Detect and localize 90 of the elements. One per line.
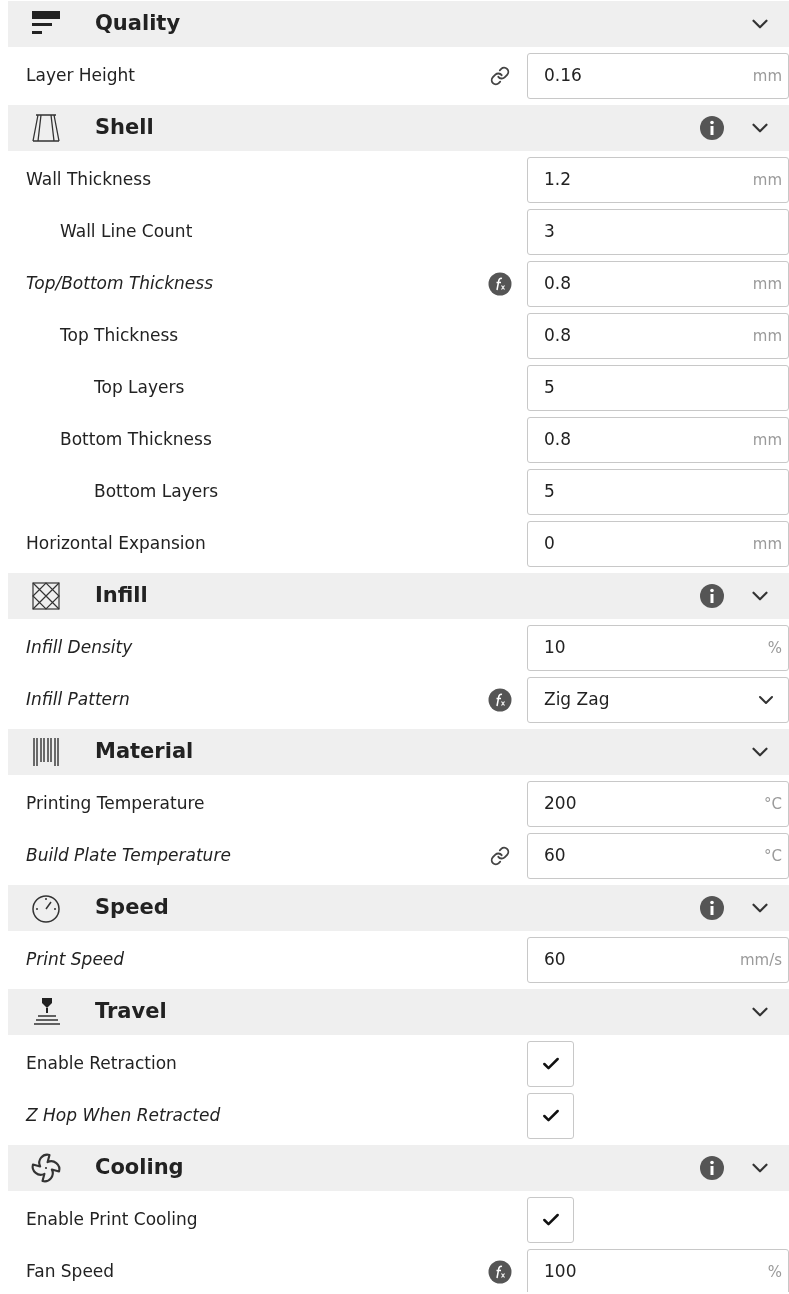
section-header[interactable]: Travel [8,989,789,1035]
section-header[interactable]: Shell [8,105,789,151]
field-value: 1.2 [544,168,573,192]
unit-label: % [767,1261,782,1283]
section-header[interactable]: Material [8,729,789,775]
number-field[interactable]: 3 [527,209,789,255]
dropdown-field[interactable]: Zig Zag [527,677,789,723]
number-field[interactable]: 200 °C [527,781,789,827]
section-header[interactable]: Cooling [8,1145,789,1191]
field-value: 0.8 [544,272,573,296]
section-title: Shell [95,114,155,142]
setting-label: Wall Line Count [60,220,194,244]
gauge-icon [30,892,62,924]
function-icon[interactable] [488,1260,512,1284]
setting-label: Bottom Thickness [60,428,213,452]
dropdown-value: Zig Zag [544,688,611,712]
unit-label: % [767,637,782,659]
setting-label: Wall Thickness [26,168,152,192]
setting-label: Build Plate Temperature [26,844,232,868]
fan-icon [30,1152,62,1184]
function-icon[interactable] [488,272,512,296]
field-value: 5 [544,480,556,504]
setting-label: Horizontal Expansion [26,532,207,556]
field-value: 200 [544,792,578,816]
number-field[interactable]: 0 mm [527,521,789,567]
link-icon[interactable] [490,66,510,86]
setting-label: Enable Retraction [26,1052,178,1076]
section-title: Infill [95,582,149,610]
info-icon[interactable] [699,1155,725,1181]
field-value: 3 [544,220,556,244]
setting-label: Print Speed [26,948,126,972]
setting-label: Top Thickness [60,324,180,348]
unit-label: mm/s [739,949,782,971]
unit-label: mm [752,65,782,87]
number-field[interactable]: 10 % [527,625,789,671]
info-icon[interactable] [699,895,725,921]
shell-icon [30,112,62,144]
setting-label: Layer Height [26,64,136,88]
material-icon [30,736,62,768]
unit-label: mm [752,429,782,451]
setting-label: Top Layers [94,376,186,400]
setting-label: Bottom Layers [94,480,219,504]
setting-label: Z Hop When Retracted [26,1104,222,1128]
field-value: 0.8 [544,428,573,452]
number-field[interactable]: 0.8 mm [527,417,789,463]
checkbox[interactable] [527,1197,574,1243]
section-header[interactable]: Quality [8,1,789,47]
section-header[interactable]: Speed [8,885,789,931]
unit-label: mm [752,273,782,295]
number-field[interactable]: 5 [527,365,789,411]
number-field[interactable]: 0.8 mm [527,261,789,307]
field-value: 0.8 [544,324,573,348]
field-value: 0.16 [544,64,583,88]
infill-icon [30,580,62,612]
field-value: 60 [544,948,567,972]
unit-label: mm [752,325,782,347]
number-field[interactable]: 0.16 mm [527,53,789,99]
link-icon[interactable] [490,846,510,866]
info-icon[interactable] [699,583,725,609]
unit-label: mm [752,533,782,555]
number-field[interactable]: 5 [527,469,789,515]
field-value: 100 [544,1260,578,1284]
section-title: Cooling [95,1154,185,1182]
field-value: 0 [544,532,556,556]
section-title: Speed [95,894,170,922]
section-title: Travel [95,998,168,1026]
info-icon[interactable] [699,115,725,141]
number-field[interactable]: 60 mm/s [527,937,789,983]
setting-label: Infill Pattern [26,688,131,712]
setting-label: Infill Density [26,636,134,660]
checkbox[interactable] [527,1041,574,1087]
field-value: 10 [544,636,567,660]
number-field[interactable]: 0.8 mm [527,313,789,359]
number-field[interactable]: 100 % [527,1249,789,1292]
unit-label: °C [764,793,782,815]
section-title: Material [95,738,195,766]
section-header[interactable]: Infill [8,573,789,619]
setting-label: Enable Print Cooling [26,1208,199,1232]
function-icon[interactable] [488,688,512,712]
setting-label: Top/Bottom Thickness [26,272,214,296]
setting-label: Fan Speed [26,1260,116,1284]
number-field[interactable]: 60 °C [527,833,789,879]
unit-label: °C [764,845,782,867]
field-value: 60 [544,844,567,868]
checkbox[interactable] [527,1093,574,1139]
unit-label: mm [752,169,782,191]
field-value: 5 [544,376,556,400]
number-field[interactable]: 1.2 mm [527,157,789,203]
section-title: Quality [95,10,182,38]
setting-label: Printing Temperature [26,792,206,816]
